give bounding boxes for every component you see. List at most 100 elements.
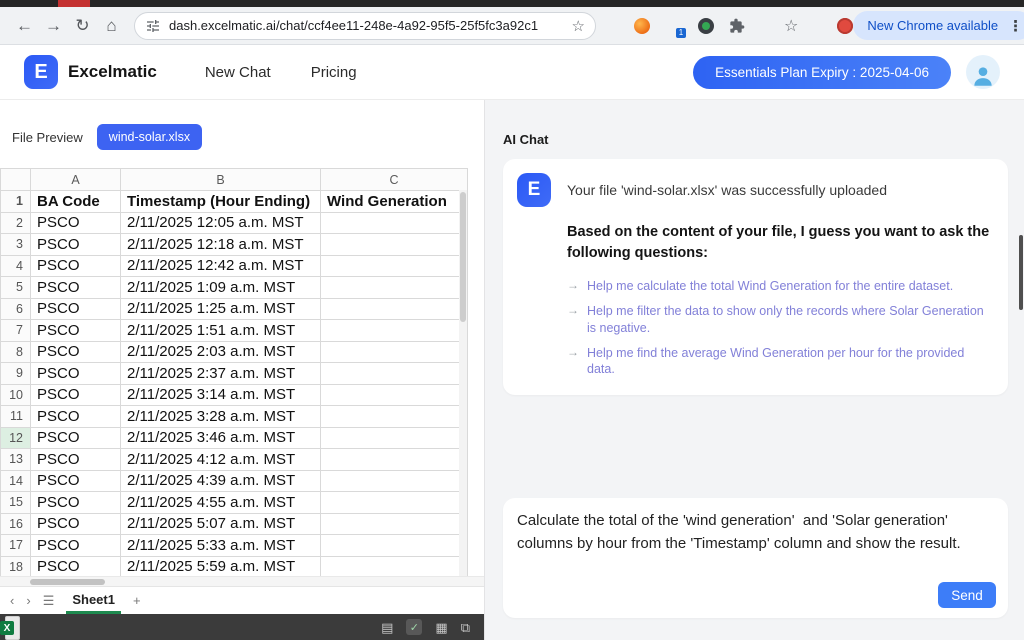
cell-b8[interactable]: 2/11/2025 2:03 a.m. MST <box>121 341 321 363</box>
row-number[interactable]: 7 <box>1 320 31 342</box>
cell-c11[interactable] <box>321 406 468 428</box>
bookmark-star-icon[interactable]: ☆ <box>572 17 585 35</box>
cell-c8[interactable] <box>321 341 468 363</box>
cell-b7[interactable]: 2/11/2025 1:51 a.m. MST <box>121 320 321 342</box>
cell-a8[interactable]: PSCO <box>31 341 121 363</box>
row-number[interactable]: 6 <box>1 298 31 320</box>
cell-c12[interactable] <box>321 427 468 449</box>
row-number[interactable]: 18 <box>1 556 31 576</box>
cell-b4[interactable]: 2/11/2025 12:42 a.m. MST <box>121 255 321 277</box>
plan-expiry-button[interactable]: Essentials Plan Expiry : 2025-04-06 <box>693 56 951 89</box>
cell-a7[interactable]: PSCO <box>31 320 121 342</box>
recording-indicator-icon[interactable] <box>837 18 853 34</box>
row-number[interactable]: 5 <box>1 277 31 299</box>
cell-a11[interactable]: PSCO <box>31 406 121 428</box>
forward-button[interactable]: → <box>39 11 68 40</box>
address-bar[interactable]: dash.excelmatic.ai/chat/ccf4ee11-248e-4a… <box>134 12 596 40</box>
cell-c14[interactable] <box>321 470 468 492</box>
cell-c18[interactable] <box>321 556 468 576</box>
excel-app-icon[interactable]: X <box>0 616 20 640</box>
row-number[interactable]: 13 <box>1 449 31 471</box>
sheet-prev-icon[interactable]: ‹ <box>10 593 14 608</box>
cell-b5[interactable]: 2/11/2025 1:09 a.m. MST <box>121 277 321 299</box>
excelmatic-logo[interactable]: E <box>24 55 58 89</box>
url-text[interactable]: dash.excelmatic.ai/chat/ccf4ee11-248e-4a… <box>169 18 564 33</box>
cell-b10[interactable]: 2/11/2025 3:14 a.m. MST <box>121 384 321 406</box>
sheet-next-icon[interactable]: › <box>26 593 30 608</box>
cell-b12[interactable]: 2/11/2025 3:46 a.m. MST <box>121 427 321 449</box>
cell-a17[interactable]: PSCO <box>31 535 121 557</box>
cell-c4[interactable] <box>321 255 468 277</box>
extension-blue-icon[interactable]: 1 <box>665 17 683 35</box>
filename-badge[interactable]: wind-solar.xlsx <box>97 124 202 150</box>
suggestion-item[interactable]: →Help me find the average Wind Generatio… <box>567 345 990 378</box>
cell-c16[interactable] <box>321 513 468 535</box>
site-settings-icon[interactable] <box>145 18 161 34</box>
select-all-corner[interactable] <box>1 169 31 191</box>
row-number[interactable]: 9 <box>1 363 31 385</box>
cell-c13[interactable] <box>321 449 468 471</box>
cell-a18[interactable]: PSCO <box>31 556 121 576</box>
extension-orange-icon[interactable] <box>634 18 650 34</box>
cell-a12[interactable]: PSCO <box>31 427 121 449</box>
cell-b6[interactable]: 2/11/2025 1:25 a.m. MST <box>121 298 321 320</box>
window-icon[interactable]: ⧉ <box>461 621 470 634</box>
cell-a13[interactable]: PSCO <box>31 449 121 471</box>
cell-a2[interactable]: PSCO <box>31 212 121 234</box>
cell-a3[interactable]: PSCO <box>31 234 121 256</box>
send-button[interactable]: Send <box>938 582 996 608</box>
cell-c5[interactable] <box>321 277 468 299</box>
add-sheet-icon[interactable]: + <box>133 593 141 608</box>
table-icon[interactable]: ▦ <box>435 621 447 634</box>
cell-b17[interactable]: 2/11/2025 5:33 a.m. MST <box>121 535 321 557</box>
column-header-c[interactable]: C <box>321 169 468 191</box>
row-number[interactable]: 11 <box>1 406 31 428</box>
row-number[interactable]: 3 <box>1 234 31 256</box>
cell-c2[interactable] <box>321 212 468 234</box>
cell-a1[interactable]: BA Code <box>31 191 121 213</box>
extensions-puzzle-icon[interactable] <box>729 18 745 34</box>
cell-b9[interactable]: 2/11/2025 2:37 a.m. MST <box>121 363 321 385</box>
row-number[interactable]: 4 <box>1 255 31 277</box>
sheet-vscroll-thumb[interactable] <box>460 192 466 322</box>
sheet-horizontal-scrollbar[interactable] <box>0 576 484 586</box>
sheet-hscroll-thumb[interactable] <box>30 579 105 585</box>
home-button[interactable]: ⌂ <box>97 11 126 40</box>
extension-green-icon[interactable] <box>698 18 714 34</box>
cell-b15[interactable]: 2/11/2025 4:55 a.m. MST <box>121 492 321 514</box>
column-header-b[interactable]: B <box>121 169 321 191</box>
cell-b1[interactable]: Timestamp (Hour Ending) <box>121 191 321 213</box>
row-number[interactable]: 2 <box>1 212 31 234</box>
cell-b2[interactable]: 2/11/2025 12:05 a.m. MST <box>121 212 321 234</box>
cell-c7[interactable] <box>321 320 468 342</box>
clipboard-icon[interactable]: ▤ <box>381 621 393 634</box>
refresh-button[interactable]: ↻ <box>68 11 97 40</box>
cell-b18[interactable]: 2/11/2025 5:59 a.m. MST <box>121 556 321 576</box>
sheet-menu-icon[interactable]: ☰ <box>43 593 55 609</box>
cell-b11[interactable]: 2/11/2025 3:28 a.m. MST <box>121 406 321 428</box>
cell-a5[interactable]: PSCO <box>31 277 121 299</box>
cell-c15[interactable] <box>321 492 468 514</box>
cell-c3[interactable] <box>321 234 468 256</box>
cell-c17[interactable] <box>321 535 468 557</box>
cell-b3[interactable]: 2/11/2025 12:18 a.m. MST <box>121 234 321 256</box>
suggestion-item[interactable]: →Help me filter the data to show only th… <box>567 303 990 336</box>
sheet-vertical-scrollbar[interactable] <box>459 190 467 576</box>
nav-pricing[interactable]: Pricing <box>311 64 357 81</box>
row-number[interactable]: 1 <box>1 191 31 213</box>
cell-a16[interactable]: PSCO <box>31 513 121 535</box>
cell-a6[interactable]: PSCO <box>31 298 121 320</box>
row-number[interactable]: 10 <box>1 384 31 406</box>
row-number[interactable]: 17 <box>1 535 31 557</box>
avatar[interactable] <box>966 55 1000 89</box>
shield-check-icon[interactable]: ✓ <box>406 619 422 635</box>
cell-c10[interactable] <box>321 384 468 406</box>
sheet-tab-sheet1[interactable]: Sheet1 <box>66 587 121 614</box>
cell-b16[interactable]: 2/11/2025 5:07 a.m. MST <box>121 513 321 535</box>
cell-a9[interactable]: PSCO <box>31 363 121 385</box>
chat-input[interactable]: Calculate the total of the 'wind generat… <box>517 510 994 576</box>
chrome-update-chip[interactable]: New Chrome available ⋮ <box>853 11 1024 40</box>
row-number[interactable]: 8 <box>1 341 31 363</box>
cell-b14[interactable]: 2/11/2025 4:39 a.m. MST <box>121 470 321 492</box>
row-number[interactable]: 14 <box>1 470 31 492</box>
